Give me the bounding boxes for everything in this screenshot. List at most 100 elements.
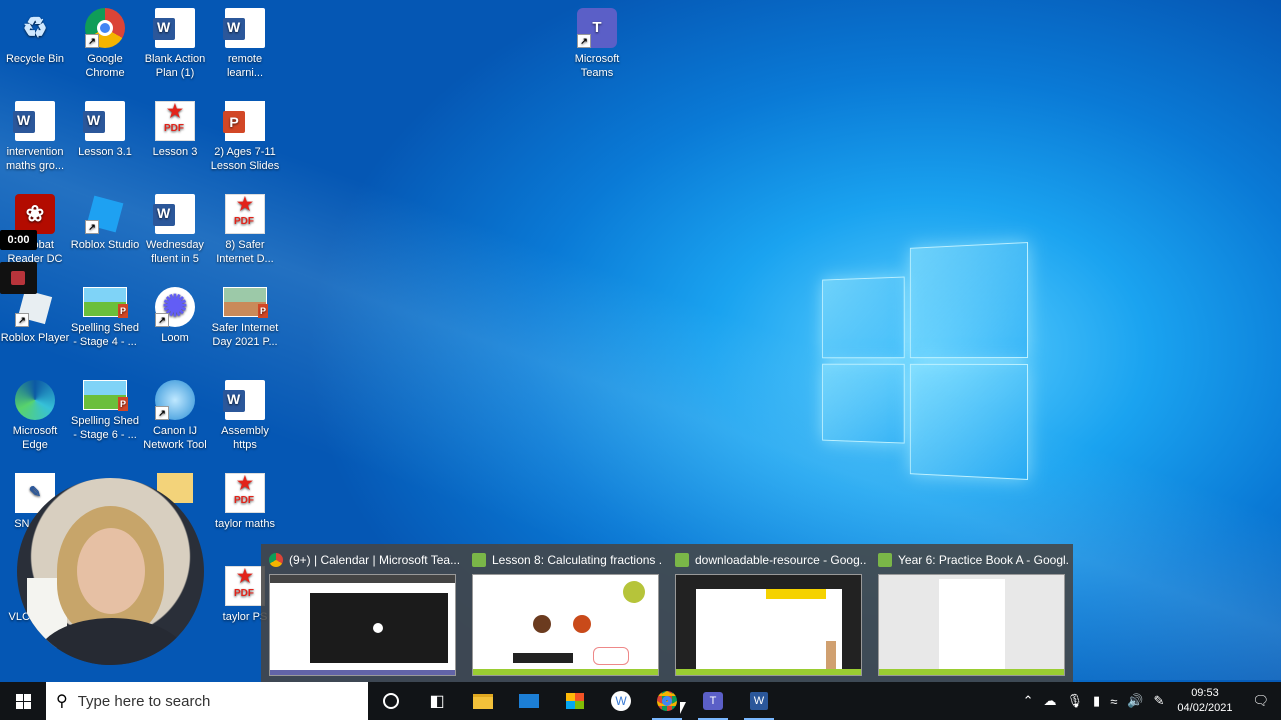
word-icon: W xyxy=(13,101,55,141)
store-icon xyxy=(566,693,584,709)
desktop-icon-loom[interactable]: ✺ Loom xyxy=(140,287,210,345)
battery-icon[interactable]: ▮ xyxy=(1088,693,1105,709)
wifi-icon[interactable]: ≈ xyxy=(1105,694,1122,709)
search-placeholder: Type here to search xyxy=(77,692,211,710)
taskbar-search-box[interactable]: ⚲ Type here to search xyxy=(46,682,368,720)
oak-icon xyxy=(472,553,486,567)
desktop-icon-teams[interactable]: T Microsoft Teams xyxy=(562,8,632,80)
desktop-icon-lesson-slides[interactable]: P 2) Ages 7-11 Lesson Slides xyxy=(210,101,280,173)
oak-icon xyxy=(878,553,892,567)
clock-date: 04/02/2021 xyxy=(1177,702,1233,714)
onedrive-icon[interactable]: ☁ xyxy=(1039,693,1062,709)
store-button[interactable] xyxy=(552,682,598,720)
preview-thumbnail xyxy=(269,574,456,676)
word-icon: W xyxy=(223,8,265,48)
desktop-icon-chrome[interactable]: Google Chrome xyxy=(70,8,140,80)
preview-thumbnail xyxy=(675,574,862,676)
icon-label: Google Chrome xyxy=(85,53,125,79)
word-icon: W xyxy=(223,380,265,420)
preview-thumbnail xyxy=(878,574,1065,676)
icon-label: Assembly https xyxy=(221,425,269,451)
chevron-up-icon[interactable]: ⌃ xyxy=(1018,693,1039,709)
spelling-shed-icon: P xyxy=(83,287,128,318)
start-button[interactable] xyxy=(0,682,46,720)
icon-label: Microsoft Teams xyxy=(574,53,620,79)
icon-label: Recycle Bin xyxy=(5,53,65,65)
edge-icon xyxy=(15,380,55,420)
roblox-studio-icon xyxy=(85,194,125,234)
desktop-icon-lesson-3[interactable]: PDF Lesson 3 xyxy=(140,101,210,159)
icon-label: intervention maths gro... xyxy=(5,146,65,172)
word-icon: W xyxy=(153,8,195,48)
mouse-cursor-icon xyxy=(680,702,686,714)
pdf-icon: PDF xyxy=(225,194,265,234)
preview-window-calendar[interactable]: (9+) | Calendar | Microsoft Tea... xyxy=(261,544,464,682)
oak-icon xyxy=(675,553,689,567)
word-icon: W xyxy=(750,692,768,710)
desktop-icon-roblox-studio[interactable]: Roblox Studio xyxy=(70,194,140,252)
desktop-icon-roblox-player[interactable]: Roblox Player xyxy=(0,287,70,345)
chrome-taskbar-button[interactable] xyxy=(644,682,690,720)
icon-label: Spelling Shed - Stage 6 - ... xyxy=(71,415,139,441)
stop-recording-button[interactable] xyxy=(0,262,37,294)
desktop-icon-intervention[interactable]: W intervention maths gro... xyxy=(0,101,70,173)
icon-label: Blank Action Plan (1) xyxy=(144,53,206,79)
desktop-icon-wednesday[interactable]: W Wednesday fluent in 5 xyxy=(140,194,210,266)
pdf-icon: PDF xyxy=(155,101,195,141)
desktop-icon-lesson-3-1[interactable]: W Lesson 3.1 xyxy=(70,101,140,159)
webcam-person-face xyxy=(77,528,145,614)
clock[interactable]: 09:53 04/02/2021 xyxy=(1169,686,1240,716)
search-icon: ⚲ xyxy=(56,693,68,710)
volume-icon[interactable]: 🔊 xyxy=(1122,693,1148,709)
desktop-icon-edge[interactable]: Microsoft Edge xyxy=(0,380,70,452)
file-explorer-button[interactable] xyxy=(460,682,506,720)
app-icon: W xyxy=(611,691,631,711)
icon-label: Canon IJ Network Tool xyxy=(143,425,207,451)
loom-icon: ✺ xyxy=(155,287,195,327)
desktop-icon-safer-internet-2021[interactable]: P Safer Internet Day 2021 P... xyxy=(210,287,280,349)
microphone-icon[interactable]: 🎙 xyxy=(1062,693,1089,709)
notifications-icon[interactable]: 🗨 xyxy=(1240,693,1281,709)
word-taskbar-button[interactable]: W xyxy=(736,682,782,720)
preview-title: (9+) | Calendar | Microsoft Tea... xyxy=(289,553,460,567)
pen-icon[interactable]: ✎ xyxy=(1149,693,1170,709)
teams-icon: T xyxy=(703,692,723,710)
preview-window-practice-book[interactable]: Year 6: Practice Book A - Googl... xyxy=(870,544,1073,682)
desktop-icon-canon[interactable]: Canon IJ Network Tool xyxy=(140,380,210,452)
spelling-shed-icon: P xyxy=(223,287,268,318)
webcam-bubble[interactable] xyxy=(17,478,204,665)
icon-label: Lesson 3.1 xyxy=(78,146,132,158)
preview-window-downloadable[interactable]: downloadable-resource - Goog... xyxy=(667,544,870,682)
pdf-icon: PDF xyxy=(225,473,265,513)
cortana-icon xyxy=(383,693,399,709)
recording-timer: 0:00 xyxy=(0,230,37,250)
spelling-shed-icon: P xyxy=(83,380,128,411)
desktop-icon-safer-internet-8[interactable]: PDF 8) Safer Internet D... xyxy=(210,194,280,266)
preview-thumbnail xyxy=(472,574,659,676)
icon-label: remote learni... xyxy=(226,53,264,79)
preview-title: downloadable-resource - Goog... xyxy=(695,553,866,567)
desktop-icon-remote-learning[interactable]: W remote learni... xyxy=(210,8,280,80)
icon-label: Lesson 3 xyxy=(152,146,198,158)
canon-icon xyxy=(155,380,195,420)
icon-label: Safer Internet Day 2021 P... xyxy=(211,322,279,348)
icon-label: Spelling Shed - Stage 4 - ... xyxy=(71,322,139,348)
desktop-icon-blank-action-plan[interactable]: W Blank Action Plan (1) xyxy=(140,8,210,80)
icon-label: Loom xyxy=(161,332,189,344)
icon-label: 2) Ages 7-11 Lesson Slides xyxy=(210,146,280,172)
system-tray: ⌃ ☁ 🎙 ▮ ≈ 🔊 ✎ 09:53 04/02/2021 🗨 xyxy=(1018,682,1281,720)
teams-taskbar-button[interactable]: T xyxy=(690,682,736,720)
taskbar: ⚲ Type here to search ◧ W T W ⌃ ☁ 🎙 ▮ ≈ … xyxy=(0,682,1281,720)
recycle-bin-icon: ♻ xyxy=(22,12,48,43)
mail-button[interactable] xyxy=(506,682,552,720)
desktop-icon-taylor-maths[interactable]: PDF taylor maths xyxy=(210,473,280,531)
preview-title: Year 6: Practice Book A - Googl... xyxy=(898,553,1069,567)
preview-window-lesson8[interactable]: Lesson 8: Calculating fractions ... xyxy=(464,544,667,682)
task-view-button[interactable]: ◧ xyxy=(414,682,460,720)
unknown-app-button[interactable]: W xyxy=(598,682,644,720)
desktop-icon-recycle-bin[interactable]: ♻ Recycle Bin xyxy=(0,8,70,66)
desktop-icon-assembly[interactable]: W Assembly https xyxy=(210,380,280,452)
desktop-icon-spelling-shed-4[interactable]: P Spelling Shed - Stage 4 - ... xyxy=(70,287,140,349)
cortana-button[interactable] xyxy=(368,682,414,720)
desktop-icon-spelling-shed-6[interactable]: P Spelling Shed - Stage 6 - ... xyxy=(70,380,140,442)
